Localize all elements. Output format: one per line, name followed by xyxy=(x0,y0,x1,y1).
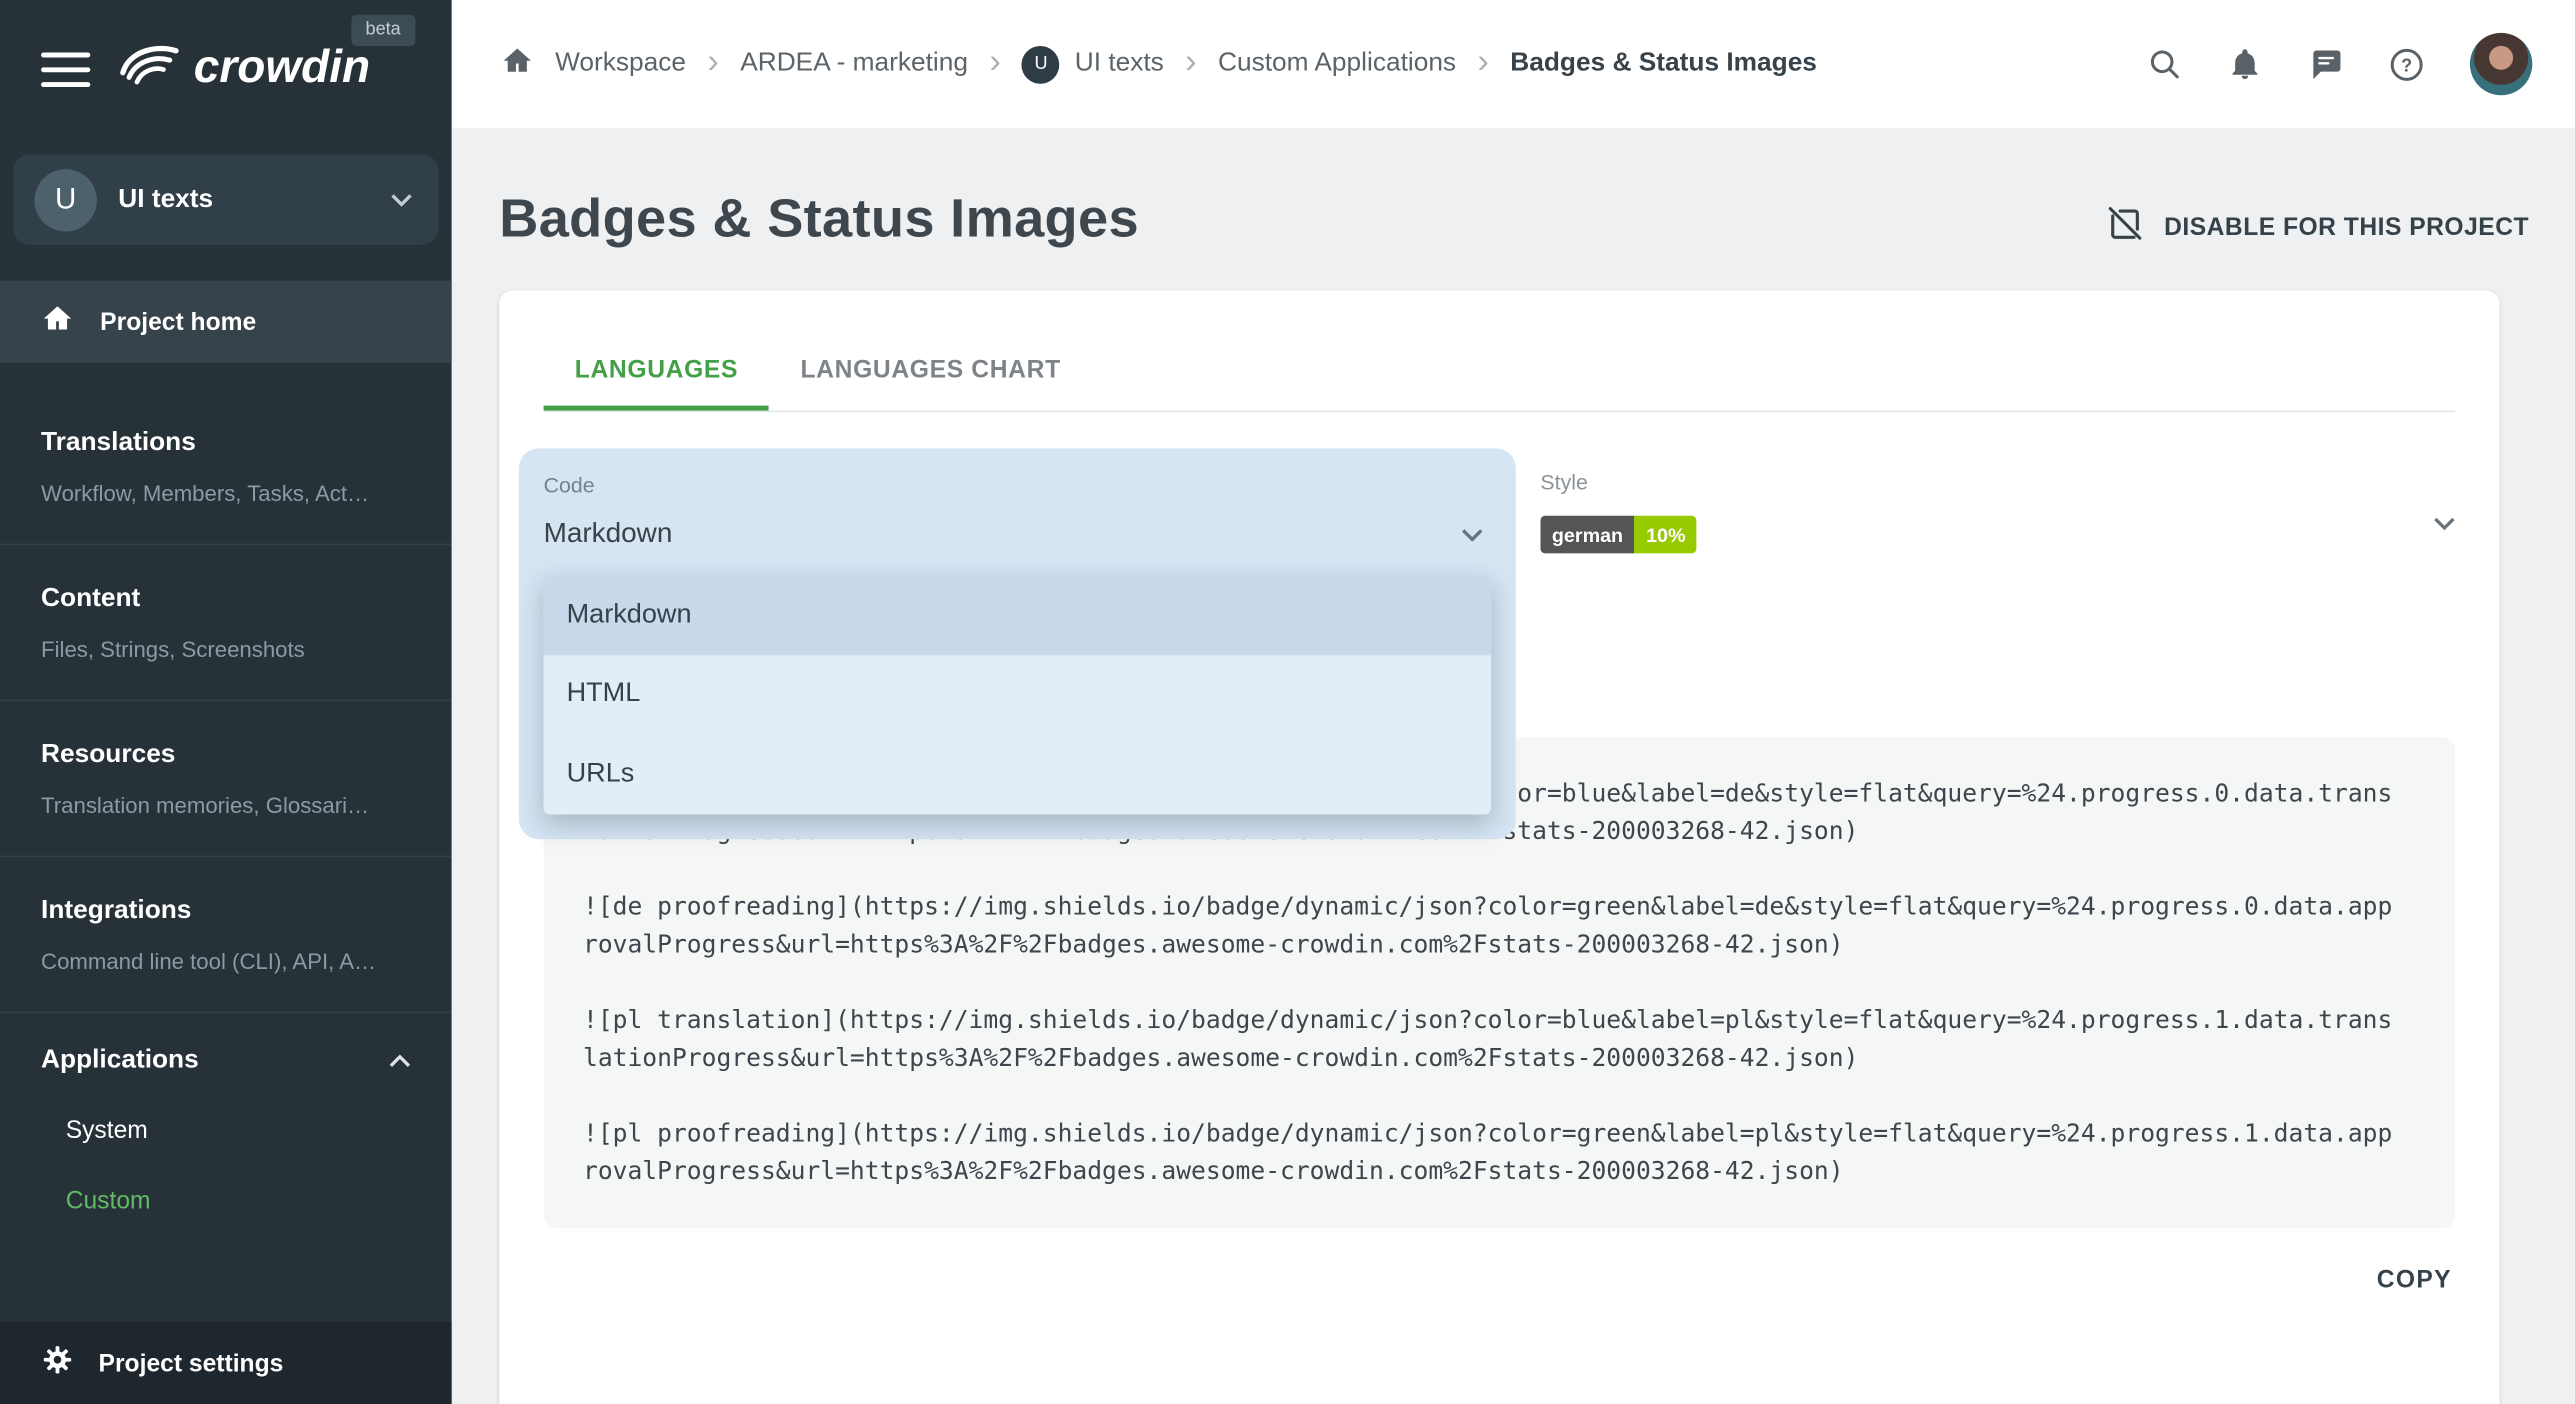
gear-icon xyxy=(41,1343,74,1382)
sidebar-group-applications: Applications System Custom xyxy=(0,1013,452,1243)
section-title: Translations xyxy=(41,429,410,459)
code-select-value: Markdown xyxy=(544,517,673,550)
sidebar-nav: Translations Workflow, Members, Tasks, A… xyxy=(0,389,452,1243)
chevron-right-icon: › xyxy=(1477,44,1488,83)
sidebar-item-resources[interactable]: Resources Translation memories, Glossari… xyxy=(0,701,452,857)
sidebar-item-label: Project home xyxy=(100,308,256,336)
section-title: Integrations xyxy=(41,897,410,927)
menu-item-markdown[interactable]: Markdown xyxy=(544,575,1492,655)
tab-bar: LANGUAGES LANGUAGES CHART xyxy=(544,291,2456,413)
disable-button-label: DISABLE FOR THIS PROJECT xyxy=(2164,213,2529,241)
badge-snippet: ![pl proofreading](https://img.shields.i… xyxy=(583,1115,2416,1191)
code-select-label: Code xyxy=(544,473,1492,498)
section-title: Content xyxy=(41,585,410,615)
style-select[interactable]: Style german 10% xyxy=(1540,458,2455,586)
badge-language-label: german xyxy=(1540,516,1634,554)
sidebar-item-custom[interactable]: Custom xyxy=(41,1166,410,1237)
user-avatar[interactable] xyxy=(2470,33,2532,95)
chevron-right-icon: › xyxy=(989,44,1000,83)
copy-row: COPY xyxy=(544,1253,2456,1307)
project-avatar: U xyxy=(34,168,96,230)
breadcrumb-project[interactable]: U UI texts xyxy=(1022,45,1164,83)
code-select[interactable]: Markdown xyxy=(544,517,1492,550)
copy-button[interactable]: COPY xyxy=(2373,1253,2455,1307)
badge-preview: german 10% xyxy=(1540,516,2455,554)
chevron-down-icon xyxy=(391,185,412,215)
code-select-menu: Markdown HTML URLs xyxy=(544,575,1492,814)
crowdin-logo-icon xyxy=(117,41,183,97)
sidebar-item-integrations[interactable]: Integrations Command line tool (CLI), AP… xyxy=(0,857,452,1013)
section-subtitle: Workflow, Members, Tasks, Act… xyxy=(41,481,410,506)
topbar: Workspace › ARDEA - marketing › U UI tex… xyxy=(452,0,2575,128)
main-area: Workspace › ARDEA - marketing › U UI tex… xyxy=(452,0,2575,1404)
help-icon[interactable]: ? xyxy=(2388,45,2426,83)
notifications-bell-icon[interactable] xyxy=(2227,46,2263,82)
sidebar-item-project-home[interactable]: Project home xyxy=(0,281,452,363)
disable-for-project-button[interactable]: DISABLE FOR THIS PROJECT xyxy=(2105,204,2529,250)
breadcrumb-home[interactable] xyxy=(501,44,534,85)
section-subtitle: Command line tool (CLI), API, A… xyxy=(41,949,410,974)
messages-chat-icon[interactable] xyxy=(2307,46,2343,82)
svg-text:?: ? xyxy=(2401,55,2412,75)
search-icon[interactable] xyxy=(2146,46,2182,82)
sidebar-item-applications[interactable]: Applications xyxy=(41,1046,410,1076)
tab-languages-chart[interactable]: LANGUAGES CHART xyxy=(769,330,1092,410)
crowdin-logo-text: crowdin xyxy=(194,44,370,95)
project-avatar: U xyxy=(1022,45,1060,83)
page-title: Badges & Status Images xyxy=(499,187,1139,249)
chevron-down-icon[interactable] xyxy=(2434,517,2455,530)
chevron-right-icon: › xyxy=(1185,44,1196,83)
tab-languages[interactable]: LANGUAGES xyxy=(544,330,770,410)
badge-options-row: Code Markdown Markdown HTML URLs xyxy=(544,458,2456,586)
breadcrumb-group[interactable]: ARDEA - marketing xyxy=(740,49,968,79)
shields-badge: german 10% xyxy=(1540,516,1697,554)
menu-toggle-button[interactable] xyxy=(41,52,90,86)
section-subtitle: Files, Strings, Screenshots xyxy=(41,637,410,662)
page-content: Badges & Status Images DISABLE FOR THIS … xyxy=(452,128,2575,1404)
badge-progress-value: 10% xyxy=(1635,516,1697,554)
sidebar-header: crowdin beta xyxy=(0,0,452,128)
section-subtitle: Translation memories, Glossari… xyxy=(41,793,410,818)
home-icon xyxy=(41,302,74,341)
sidebar-item-system[interactable]: System xyxy=(41,1095,410,1166)
breadcrumb-current-page: Badges & Status Images xyxy=(1510,49,1817,79)
sidebar: crowdin beta U UI texts Project home Tra… xyxy=(0,0,452,1404)
badges-card: LANGUAGES LANGUAGES CHART Code Markdown xyxy=(499,291,2499,1404)
sidebar-item-label: Project settings xyxy=(99,1349,284,1377)
chevron-up-icon xyxy=(389,1046,410,1076)
topbar-actions: ? xyxy=(2146,33,2532,95)
chevron-right-icon: › xyxy=(707,44,718,83)
crowdin-logo[interactable]: crowdin xyxy=(117,41,370,97)
project-name: UI texts xyxy=(118,185,369,215)
chevron-down-icon xyxy=(1462,517,1483,550)
applications-items: System Custom xyxy=(41,1095,410,1236)
section-title: Resources xyxy=(41,741,410,771)
sidebar-item-project-settings[interactable]: Project settings xyxy=(0,1322,452,1404)
home-icon xyxy=(501,44,534,85)
sidebar-item-translations[interactable]: Translations Workflow, Members, Tasks, A… xyxy=(0,389,452,545)
sidebar-item-content[interactable]: Content Files, Strings, Screenshots xyxy=(0,545,452,701)
page-header: Badges & Status Images DISABLE FOR THIS … xyxy=(499,187,2529,249)
breadcrumb-workspace[interactable]: Workspace xyxy=(555,49,686,79)
code-select-open: Code Markdown Markdown HTML URLs xyxy=(519,448,1516,838)
project-switcher[interactable]: U UI texts xyxy=(13,154,438,244)
section-title: Applications xyxy=(41,1046,199,1076)
image-off-icon xyxy=(2105,204,2144,250)
badge-snippet: ![pl translation](https://img.shields.io… xyxy=(583,1002,2416,1078)
breadcrumb-label: UI texts xyxy=(1075,49,1164,79)
menu-item-urls[interactable]: URLs xyxy=(544,734,1492,814)
style-select-label: Style xyxy=(1540,470,2455,495)
app-window: crowdin beta U UI texts Project home Tra… xyxy=(0,0,2575,1404)
breadcrumb-custom-applications[interactable]: Custom Applications xyxy=(1218,49,1456,79)
beta-badge: beta xyxy=(351,15,416,46)
menu-item-html[interactable]: HTML xyxy=(544,654,1492,734)
badge-snippet: ![de proofreading](https://img.shields.i… xyxy=(583,888,2416,964)
